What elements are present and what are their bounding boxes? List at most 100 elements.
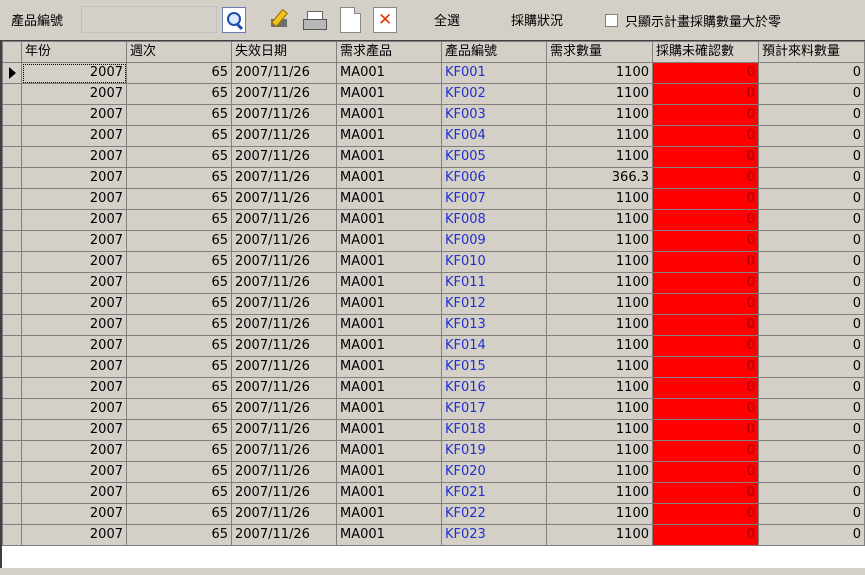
- cell-unconfirmed-purchase[interactable]: 0: [652, 461, 759, 483]
- cell-demand-product[interactable]: MA001: [336, 125, 442, 147]
- cell-year[interactable]: 2007: [21, 377, 127, 399]
- table-row[interactable]: 2007 65 2007/11/26 MA001 KF001 1100 0 0: [2, 62, 865, 84]
- cell-unconfirmed-purchase[interactable]: 0: [652, 272, 759, 294]
- column-header-year[interactable]: 年份: [21, 41, 127, 63]
- row-indicator[interactable]: [2, 356, 22, 378]
- cell-week[interactable]: 65: [126, 230, 232, 252]
- cell-week[interactable]: 65: [126, 209, 232, 231]
- cell-demand-quantity[interactable]: 1100: [546, 398, 653, 420]
- table-row[interactable]: 2007 65 2007/11/26 MA001 KF023 1100 0 0: [2, 524, 865, 546]
- cell-expected-incoming[interactable]: 0: [758, 125, 865, 147]
- cell-year[interactable]: 2007: [21, 293, 127, 315]
- cell-product-number[interactable]: KF011: [441, 272, 547, 294]
- cell-week[interactable]: 65: [126, 524, 232, 546]
- cell-expiry-date[interactable]: 2007/11/26: [231, 335, 337, 357]
- cell-year[interactable]: 2007: [21, 482, 127, 504]
- cell-demand-product[interactable]: MA001: [336, 146, 442, 168]
- cell-demand-quantity[interactable]: 1100: [546, 440, 653, 462]
- cell-unconfirmed-purchase[interactable]: 0: [652, 356, 759, 378]
- cell-demand-quantity[interactable]: 1100: [546, 251, 653, 273]
- cell-demand-product[interactable]: MA001: [336, 167, 442, 189]
- table-row[interactable]: 2007 65 2007/11/26 MA001 KF009 1100 0 0: [2, 230, 865, 252]
- column-header-unconfirmed-purchase[interactable]: 採購未確認數: [652, 41, 759, 63]
- cell-product-number[interactable]: KF003: [441, 104, 547, 126]
- cell-product-number[interactable]: KF007: [441, 188, 547, 210]
- purchase-status-button[interactable]: 採購狀況: [511, 10, 563, 29]
- cell-expected-incoming[interactable]: 0: [758, 314, 865, 336]
- table-row[interactable]: 2007 65 2007/11/26 MA001 KF008 1100 0 0: [2, 209, 865, 231]
- cell-demand-product[interactable]: MA001: [336, 83, 442, 105]
- column-header-demand-quantity[interactable]: 需求數量: [546, 41, 653, 63]
- cell-demand-product[interactable]: MA001: [336, 293, 442, 315]
- cell-year[interactable]: 2007: [21, 419, 127, 441]
- cell-expiry-date[interactable]: 2007/11/26: [231, 482, 337, 504]
- row-indicator[interactable]: [2, 398, 22, 420]
- table-row[interactable]: 2007 65 2007/11/26 MA001 KF006 366.3 0 0: [2, 167, 865, 189]
- cell-expected-incoming[interactable]: 0: [758, 419, 865, 441]
- cell-product-number[interactable]: KF016: [441, 377, 547, 399]
- table-row[interactable]: 2007 65 2007/11/26 MA001 KF022 1100 0 0: [2, 503, 865, 525]
- cell-week[interactable]: 65: [126, 335, 232, 357]
- cell-demand-quantity[interactable]: 1100: [546, 83, 653, 105]
- table-row[interactable]: 2007 65 2007/11/26 MA001 KF014 1100 0 0: [2, 335, 865, 357]
- cell-product-number[interactable]: KF004: [441, 125, 547, 147]
- row-indicator[interactable]: [2, 293, 22, 315]
- cell-demand-quantity[interactable]: 1100: [546, 62, 653, 84]
- only-show-checkbox[interactable]: [605, 14, 618, 27]
- table-row[interactable]: 2007 65 2007/11/26 MA001 KF013 1100 0 0: [2, 314, 865, 336]
- table-row[interactable]: 2007 65 2007/11/26 MA001 KF017 1100 0 0: [2, 398, 865, 420]
- cell-year[interactable]: 2007: [21, 188, 127, 210]
- cell-demand-product[interactable]: MA001: [336, 356, 442, 378]
- cell-demand-product[interactable]: MA001: [336, 377, 442, 399]
- cell-week[interactable]: 65: [126, 440, 232, 462]
- cell-year[interactable]: 2007: [21, 146, 127, 168]
- cell-product-number[interactable]: KF012: [441, 293, 547, 315]
- cell-week[interactable]: 65: [126, 272, 232, 294]
- cell-unconfirmed-purchase[interactable]: 0: [652, 167, 759, 189]
- cell-expiry-date[interactable]: 2007/11/26: [231, 503, 337, 525]
- cell-unconfirmed-purchase[interactable]: 0: [652, 440, 759, 462]
- cell-demand-product[interactable]: MA001: [336, 398, 442, 420]
- cell-demand-product[interactable]: MA001: [336, 503, 442, 525]
- cell-product-number[interactable]: KF006: [441, 167, 547, 189]
- cell-expected-incoming[interactable]: 0: [758, 503, 865, 525]
- table-row[interactable]: 2007 65 2007/11/26 MA001 KF016 1100 0 0: [2, 377, 865, 399]
- cell-expected-incoming[interactable]: 0: [758, 62, 865, 84]
- cell-expiry-date[interactable]: 2007/11/26: [231, 251, 337, 273]
- cell-week[interactable]: 65: [126, 482, 232, 504]
- column-header-expected-incoming[interactable]: 預計來料數量: [758, 41, 865, 63]
- cell-product-number[interactable]: KF014: [441, 335, 547, 357]
- cell-demand-product[interactable]: MA001: [336, 272, 442, 294]
- row-indicator[interactable]: [2, 188, 22, 210]
- cell-demand-quantity[interactable]: 1100: [546, 230, 653, 252]
- row-indicator[interactable]: [2, 209, 22, 231]
- cell-demand-product[interactable]: MA001: [336, 440, 442, 462]
- cell-expiry-date[interactable]: 2007/11/26: [231, 524, 337, 546]
- cell-product-number[interactable]: KF005: [441, 146, 547, 168]
- cell-year[interactable]: 2007: [21, 503, 127, 525]
- cell-expected-incoming[interactable]: 0: [758, 356, 865, 378]
- data-grid[interactable]: 年份 週次 失效日期 需求產品 產品編號 需求數量 採購未確認數 預計來料數量 …: [0, 40, 865, 568]
- cell-week[interactable]: 65: [126, 104, 232, 126]
- cell-expected-incoming[interactable]: 0: [758, 482, 865, 504]
- row-indicator[interactable]: [2, 503, 22, 525]
- cell-expected-incoming[interactable]: 0: [758, 209, 865, 231]
- cell-expected-incoming[interactable]: 0: [758, 83, 865, 105]
- cell-unconfirmed-purchase[interactable]: 0: [652, 314, 759, 336]
- cell-product-number[interactable]: KF019: [441, 440, 547, 462]
- cell-expiry-date[interactable]: 2007/11/26: [231, 314, 337, 336]
- cell-week[interactable]: 65: [126, 146, 232, 168]
- table-row[interactable]: 2007 65 2007/11/26 MA001 KF020 1100 0 0: [2, 461, 865, 483]
- cell-year[interactable]: 2007: [21, 398, 127, 420]
- cell-product-number[interactable]: KF009: [441, 230, 547, 252]
- cell-expected-incoming[interactable]: 0: [758, 377, 865, 399]
- cell-expected-incoming[interactable]: 0: [758, 461, 865, 483]
- row-indicator[interactable]: [2, 461, 22, 483]
- cell-demand-quantity[interactable]: 1100: [546, 461, 653, 483]
- column-header-week[interactable]: 週次: [126, 41, 232, 63]
- cell-expected-incoming[interactable]: 0: [758, 104, 865, 126]
- table-row[interactable]: 2007 65 2007/11/26 MA001 KF018 1100 0 0: [2, 419, 865, 441]
- cell-expiry-date[interactable]: 2007/11/26: [231, 419, 337, 441]
- cell-week[interactable]: 65: [126, 62, 232, 84]
- cell-demand-quantity[interactable]: 1100: [546, 188, 653, 210]
